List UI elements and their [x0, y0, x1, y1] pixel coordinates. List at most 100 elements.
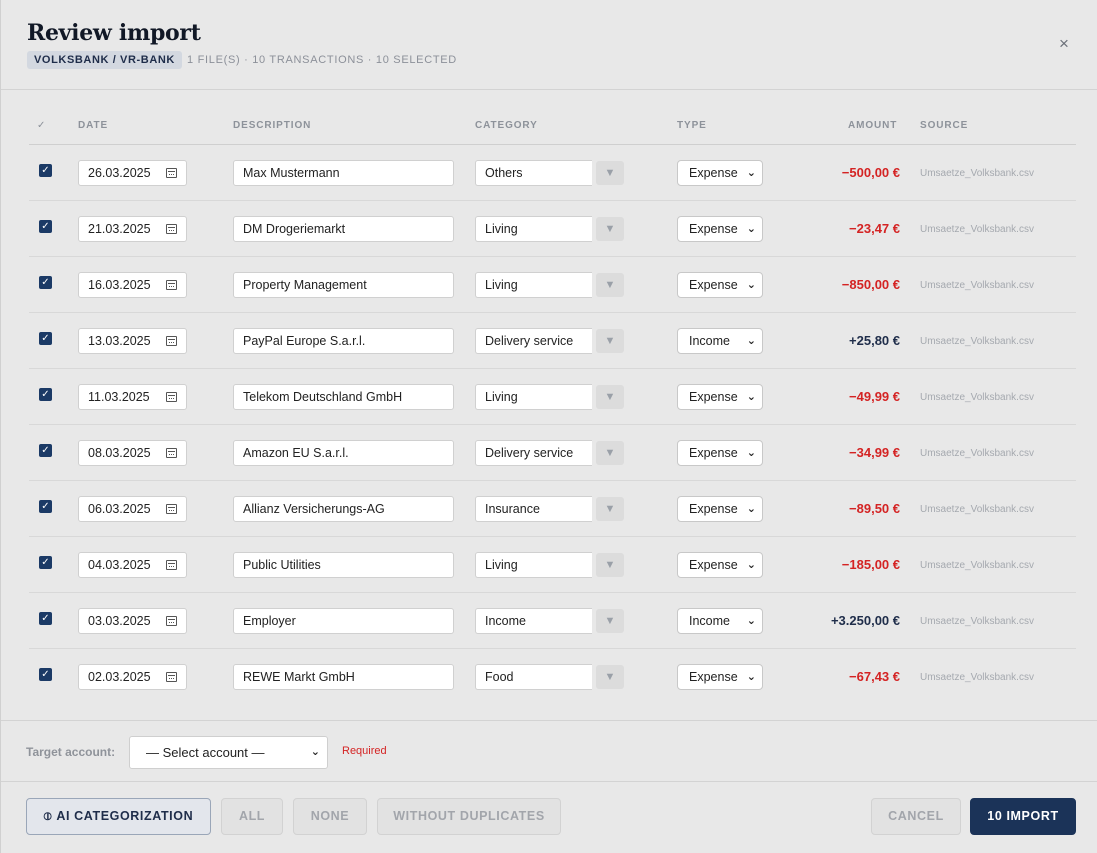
calendar-icon[interactable]	[166, 448, 177, 458]
description-field[interactable]: Max Mustermann	[233, 160, 454, 186]
date-field[interactable]: 03.03.2025	[78, 608, 187, 634]
cancel-button[interactable]: CANCEL	[871, 798, 961, 835]
category-value: Living	[485, 558, 518, 572]
calendar-icon[interactable]	[166, 616, 177, 626]
amount-value: −185,00 €	[841, 557, 900, 572]
category-field[interactable]: Living	[475, 384, 592, 410]
category-field[interactable]: Delivery service	[475, 328, 592, 354]
row-checkbox[interactable]: ✓	[39, 164, 52, 177]
category-dropdown-button[interactable]: ▼	[596, 665, 624, 689]
type-select[interactable]: Expense ⌄	[677, 160, 763, 186]
row-checkbox[interactable]: ✓	[39, 444, 52, 457]
category-field[interactable]: Income	[475, 608, 592, 634]
type-select[interactable]: Expense ⌄	[677, 272, 763, 298]
category-dropdown-button[interactable]: ▼	[596, 609, 624, 633]
category-dropdown-button[interactable]: ▼	[596, 273, 624, 297]
category-field[interactable]: Living	[475, 216, 592, 242]
description-field[interactable]: Amazon EU S.a.r.l.	[233, 440, 454, 466]
table-row: ✓ 13.03.2025 PayPal Europe S.a.r.l. Deli…	[29, 313, 1076, 369]
row-checkbox[interactable]: ✓	[39, 556, 52, 569]
select-none-button[interactable]: NONE	[293, 798, 367, 835]
calendar-icon[interactable]	[166, 280, 177, 290]
description-field[interactable]: Employer	[233, 608, 454, 634]
description-value: Amazon EU S.a.r.l.	[243, 446, 349, 460]
calendar-icon[interactable]	[166, 168, 177, 178]
calendar-icon[interactable]	[166, 672, 177, 682]
description-field[interactable]: PayPal Europe S.a.r.l.	[233, 328, 454, 354]
category-value: Living	[485, 390, 518, 404]
description-field[interactable]: Allianz Versicherungs-AG	[233, 496, 454, 522]
row-checkbox[interactable]: ✓	[39, 668, 52, 681]
calendar-icon[interactable]	[166, 560, 177, 570]
amount-value: −49,99 €	[849, 389, 900, 404]
category-dropdown-button[interactable]: ▼	[596, 441, 624, 465]
page-title: Review import	[27, 20, 201, 46]
date-value: 03.03.2025	[88, 614, 151, 628]
category-value: Living	[485, 222, 518, 236]
calendar-icon[interactable]	[166, 224, 177, 234]
source-value: Umsaetze_Volksbank.csv	[920, 504, 1034, 515]
description-field[interactable]: Telekom Deutschland GmbH	[233, 384, 454, 410]
table-row: ✓ 21.03.2025 DM Drogeriemarkt Living ▼ E…	[29, 201, 1076, 257]
type-select[interactable]: Income ⌄	[677, 608, 763, 634]
date-field[interactable]: 16.03.2025	[78, 272, 187, 298]
row-checkbox[interactable]: ✓	[39, 612, 52, 625]
chevron-down-icon: ⌄	[746, 335, 756, 347]
row-checkbox[interactable]: ✓	[39, 332, 52, 345]
category-field[interactable]: Living	[475, 272, 592, 298]
description-field[interactable]: DM Drogeriemarkt	[233, 216, 454, 242]
date-field[interactable]: 08.03.2025	[78, 440, 187, 466]
type-select[interactable]: Expense ⌄	[677, 384, 763, 410]
category-value: Delivery service	[485, 446, 574, 460]
date-field[interactable]: 11.03.2025	[78, 384, 187, 410]
category-field[interactable]: Others	[475, 160, 592, 186]
ai-categorization-button[interactable]: ⦶ AI CATEGORIZATION	[26, 798, 211, 835]
amount-value: −67,43 €	[849, 669, 900, 684]
category-dropdown-button[interactable]: ▼	[596, 553, 624, 577]
table-row: ✓ 08.03.2025 Amazon EU S.a.r.l. Delivery…	[29, 425, 1076, 481]
date-field[interactable]: 21.03.2025	[78, 216, 187, 242]
row-checkbox[interactable]: ✓	[39, 500, 52, 513]
category-field[interactable]: Insurance	[475, 496, 592, 522]
type-select[interactable]: Expense ⌄	[677, 664, 763, 690]
type-select[interactable]: Income ⌄	[677, 328, 763, 354]
category-dropdown-button[interactable]: ▼	[596, 329, 624, 353]
category-field[interactable]: Living	[475, 552, 592, 578]
calendar-icon[interactable]	[166, 392, 177, 402]
import-summary: 1 FILE(S) · 10 TRANSACTIONS · 10 SELECTE…	[187, 54, 457, 66]
calendar-icon[interactable]	[166, 504, 177, 514]
category-field[interactable]: Food	[475, 664, 592, 690]
date-field[interactable]: 02.03.2025	[78, 664, 187, 690]
description-field[interactable]: REWE Markt GmbH	[233, 664, 454, 690]
calendar-icon[interactable]	[166, 336, 177, 346]
date-field[interactable]: 13.03.2025	[78, 328, 187, 354]
close-icon[interactable]: ×	[1055, 35, 1073, 53]
type-select[interactable]: Expense ⌄	[677, 216, 763, 242]
description-value: Employer	[243, 614, 296, 628]
category-dropdown-button[interactable]: ▼	[596, 217, 624, 241]
type-select[interactable]: Expense ⌄	[677, 440, 763, 466]
type-select[interactable]: Expense ⌄	[677, 552, 763, 578]
table-row: ✓ 02.03.2025 REWE Markt GmbH Food ▼ Expe…	[29, 649, 1076, 705]
without-duplicates-button[interactable]: WITHOUT DUPLICATES	[377, 798, 561, 835]
select-all-button[interactable]: ALL	[221, 798, 283, 835]
category-dropdown-button[interactable]: ▼	[596, 385, 624, 409]
row-checkbox[interactable]: ✓	[39, 220, 52, 233]
target-account-select[interactable]: — Select account — ⌄	[129, 736, 328, 769]
date-field[interactable]: 26.03.2025	[78, 160, 187, 186]
type-value: Expense	[689, 670, 738, 684]
dialog-header: Review import VOLKSBANK / VR-BANK 1 FILE…	[1, 0, 1097, 90]
row-checkbox[interactable]: ✓	[39, 388, 52, 401]
chevron-down-icon: ⌄	[746, 279, 756, 291]
description-field[interactable]: Public Utilities	[233, 552, 454, 578]
description-field[interactable]: Property Management	[233, 272, 454, 298]
date-value: 02.03.2025	[88, 670, 151, 684]
row-checkbox[interactable]: ✓	[39, 276, 52, 289]
category-dropdown-button[interactable]: ▼	[596, 161, 624, 185]
category-field[interactable]: Delivery service	[475, 440, 592, 466]
import-button[interactable]: 10 IMPORT	[970, 798, 1076, 835]
date-field[interactable]: 04.03.2025	[78, 552, 187, 578]
category-dropdown-button[interactable]: ▼	[596, 497, 624, 521]
type-select[interactable]: Expense ⌄	[677, 496, 763, 522]
date-field[interactable]: 06.03.2025	[78, 496, 187, 522]
